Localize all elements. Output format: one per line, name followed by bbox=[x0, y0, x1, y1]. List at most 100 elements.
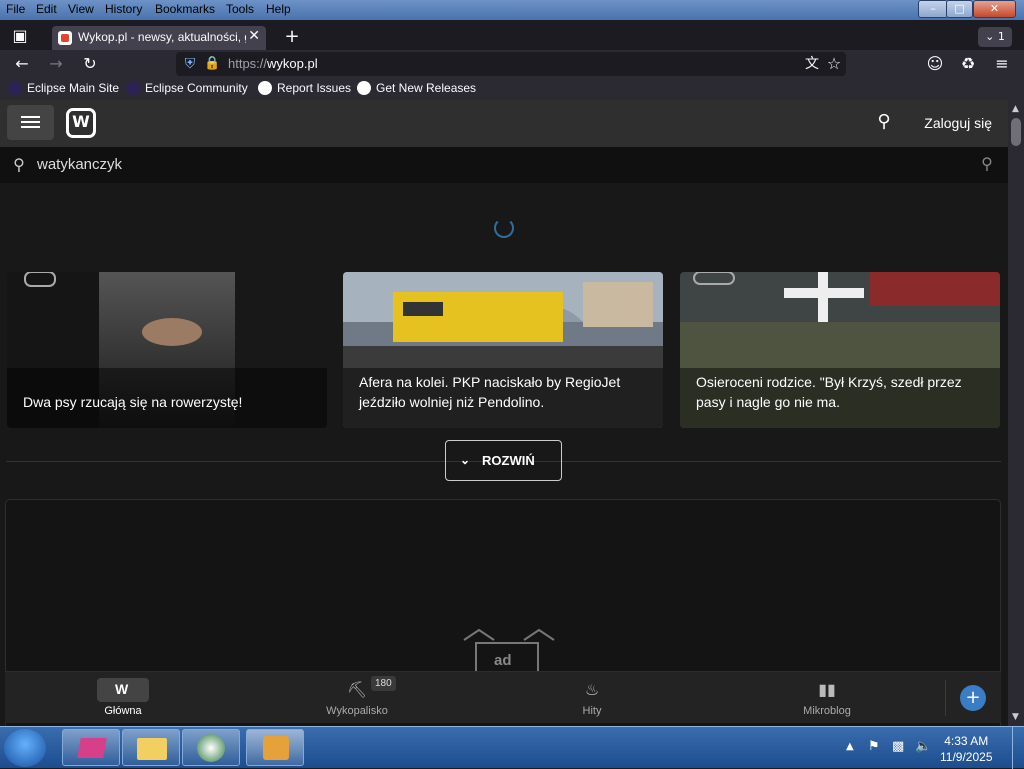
globe-icon bbox=[197, 734, 225, 762]
count-badge: 180 bbox=[371, 676, 396, 691]
bookmark-label: Report Issues bbox=[277, 81, 352, 95]
shield-icon[interactable]: ⛨ bbox=[182, 56, 198, 72]
login-link[interactable]: Zaloguj się bbox=[924, 115, 992, 131]
action-center-icon[interactable]: ⚑ bbox=[868, 739, 880, 754]
search-bar[interactable]: ⚲ watykanczyk ⚲ bbox=[0, 147, 1008, 183]
hamburger-menu-button[interactable] bbox=[7, 105, 54, 140]
card-title[interactable]: Afera na kolei. PKP naciskało by RegioJe… bbox=[359, 372, 649, 412]
shovel-icon: ⛏ bbox=[346, 682, 368, 699]
minimize-button[interactable]: – bbox=[918, 0, 948, 18]
site-header: W ⚲ Zaloguj się bbox=[0, 100, 1008, 147]
menu-help[interactable]: Help bbox=[266, 2, 291, 18]
tab-title: Wykop.pl - newsy, aktualności, g bbox=[78, 30, 246, 44]
app-icon bbox=[77, 738, 107, 758]
nav-glowna[interactable]: W Główna bbox=[63, 672, 183, 724]
extensions-icon[interactable]: ♻ bbox=[958, 56, 978, 72]
card-title[interactable]: Dwa psy rzucają się na rowerzystę! bbox=[23, 392, 313, 412]
tab-list-button[interactable]: ⌄ 1 bbox=[978, 27, 1012, 47]
navigation-toolbar: ← → ↻ ⛨ 🔒 https://wykop.pl 文 ☆ ☺ ♻ ≡ bbox=[0, 50, 1024, 78]
menu-tools[interactable]: Tools bbox=[226, 2, 254, 18]
menu-view[interactable]: View bbox=[68, 2, 94, 18]
maximize-button[interactable]: □ bbox=[946, 0, 973, 18]
ad-label: ad bbox=[494, 652, 512, 669]
tab-count: 1 bbox=[997, 30, 1005, 43]
menu-file[interactable]: File bbox=[6, 2, 25, 18]
nav-label: Mikroblog bbox=[803, 705, 851, 717]
volume-icon[interactable]: 🔈 bbox=[915, 739, 931, 754]
bookmark-get-new-releases[interactable]: Get New Releases bbox=[357, 81, 476, 95]
clock[interactable]: 4:33 AM 11/9/2025 bbox=[940, 733, 993, 765]
close-window-button[interactable]: ✕ bbox=[973, 0, 1016, 18]
chevron-down-icon: ⌄ bbox=[460, 453, 471, 467]
mikroblog-icon: ▮▮ bbox=[818, 682, 836, 699]
link-card[interactable]: Osieroceni rodzice. "Był Krzyś, szedł pr… bbox=[680, 272, 1000, 428]
eclipse-icon bbox=[126, 81, 140, 95]
eclipse-icon bbox=[8, 81, 22, 95]
search-icon[interactable]: ⚲ bbox=[873, 113, 895, 131]
start-button[interactable] bbox=[4, 729, 46, 767]
back-arrow-icon[interactable]: ← bbox=[12, 56, 32, 72]
close-tab-icon[interactable]: ✕ bbox=[248, 28, 260, 44]
scroll-up-icon[interactable]: ▲ bbox=[1012, 104, 1019, 114]
loading-spinner-icon bbox=[494, 218, 514, 238]
app-menu-icon[interactable]: ≡ bbox=[992, 56, 1012, 72]
bookmark-eclipse-community[interactable]: Eclipse Community bbox=[126, 81, 248, 95]
page-scrollbar[interactable]: ▲ ▼ bbox=[1008, 100, 1024, 726]
taskbar-explorer-button[interactable] bbox=[122, 729, 180, 766]
translate-icon[interactable]: 文 bbox=[803, 56, 821, 72]
app-icon bbox=[263, 736, 289, 760]
taskbar-app-button[interactable] bbox=[182, 729, 240, 766]
url-protocol: https:// bbox=[228, 56, 268, 71]
reload-icon[interactable]: ↻ bbox=[80, 56, 100, 72]
browser-window: File Edit View History Bookmarks Tools H… bbox=[0, 0, 1024, 769]
scrollbar-thumb[interactable] bbox=[1011, 118, 1021, 146]
clock-date: 11/9/2025 bbox=[940, 750, 993, 764]
tab-wykop[interactable]: Wykop.pl - newsy, aktualności, g ✕ bbox=[52, 26, 266, 50]
firefox-view-icon[interactable]: ▣ bbox=[10, 28, 30, 44]
account-icon[interactable]: ☺ bbox=[925, 56, 945, 72]
bookmark-label: Get New Releases bbox=[376, 81, 477, 95]
menu-edit[interactable]: Edit bbox=[36, 2, 57, 18]
github-icon bbox=[258, 81, 272, 95]
bottom-navigation: W Główna ⛏ 180 Wykopalisko ♨ Hity ▮▮ Mik… bbox=[5, 671, 1001, 723]
expand-button[interactable]: ⌄ ROZWIŃ bbox=[445, 440, 562, 481]
nav-mikroblog[interactable]: ▮▮ Mikroblog bbox=[767, 672, 887, 724]
scroll-down-icon[interactable]: ▼ bbox=[1012, 712, 1019, 722]
address-bar[interactable]: ⛨ 🔒 https://wykop.pl 文 ☆ bbox=[176, 52, 846, 76]
link-card[interactable]: Dwa psy rzucają się na rowerzystę! bbox=[7, 272, 327, 428]
add-button[interactable]: + bbox=[960, 685, 986, 711]
wykop-logo[interactable]: W bbox=[66, 108, 96, 138]
search-icon: ⚲ bbox=[13, 155, 25, 174]
bookmark-star-icon[interactable]: ☆ bbox=[825, 56, 843, 72]
advanced-search-icon[interactable]: ⚲ bbox=[976, 156, 998, 172]
bookmark-report-issues[interactable]: Report Issues bbox=[258, 81, 351, 95]
page-content: W ⚲ Zaloguj się ⚲ watykanczyk ⚲ Dwa psy … bbox=[0, 100, 1008, 726]
menu-bookmarks[interactable]: Bookmarks bbox=[155, 2, 215, 18]
network-icon[interactable]: ▩ bbox=[892, 739, 904, 754]
search-input[interactable]: watykanczyk bbox=[37, 156, 122, 173]
new-tab-icon[interactable]: + bbox=[282, 28, 302, 46]
show-hidden-icons-icon[interactable]: ▲ bbox=[846, 741, 854, 752]
card-title[interactable]: Osieroceni rodzice. "Był Krzyś, szedł pr… bbox=[696, 372, 986, 412]
bookmark-label: Eclipse Community bbox=[145, 81, 248, 95]
forward-arrow-icon[interactable]: → bbox=[46, 56, 66, 72]
url-text[interactable]: https://wykop.pl bbox=[228, 56, 318, 71]
taskbar-app-button[interactable] bbox=[62, 729, 120, 766]
menu-history[interactable]: History bbox=[105, 2, 142, 18]
show-desktop-button[interactable] bbox=[1012, 727, 1024, 769]
fire-icon: ♨ bbox=[584, 682, 600, 699]
expand-button-label: ROZWIŃ bbox=[482, 453, 535, 468]
bookmark-label: Eclipse Main Site bbox=[27, 81, 120, 95]
nav-label: Główna bbox=[104, 705, 142, 717]
bookmark-eclipse-main[interactable]: Eclipse Main Site bbox=[8, 81, 119, 95]
nav-hity[interactable]: ♨ Hity bbox=[532, 672, 652, 724]
clock-time: 4:33 AM bbox=[944, 734, 989, 748]
bookmarks-toolbar: Eclipse Main Site Eclipse Community Repo… bbox=[0, 78, 1024, 100]
nav-wykopalisko[interactable]: ⛏ 180 Wykopalisko bbox=[297, 672, 417, 724]
nav-label: Wykopalisko bbox=[326, 705, 388, 717]
lock-icon[interactable]: 🔒 bbox=[204, 56, 220, 72]
link-card[interactable]: Afera na kolei. PKP naciskało by RegioJe… bbox=[343, 272, 663, 428]
github-icon bbox=[357, 81, 371, 95]
taskbar-firefox-button[interactable] bbox=[246, 729, 304, 766]
folder-icon bbox=[137, 738, 167, 760]
